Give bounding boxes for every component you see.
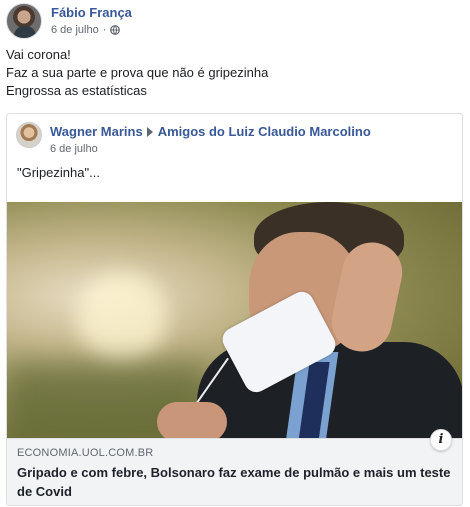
post-line: Faz a sua parte e prova que não é gripez… bbox=[6, 65, 269, 80]
link-domain: ECONOMIA.UOL.COM.BR bbox=[17, 447, 154, 459]
image-second-hand bbox=[157, 402, 227, 438]
post-meta: 6 de julho · bbox=[51, 24, 121, 36]
shared-author-name[interactable]: Wagner Marins bbox=[50, 124, 143, 139]
shared-post-header: Wagner Marins Amigos do Luiz Claudio Mar… bbox=[50, 124, 371, 139]
post-line: Engrossa as estatísticas bbox=[6, 83, 147, 98]
background-light bbox=[77, 272, 167, 362]
meta-separator: · bbox=[102, 24, 107, 36]
globe-icon[interactable] bbox=[110, 25, 121, 35]
post-text: Vai corona! Faz a sua parte e prova que … bbox=[6, 46, 268, 100]
right-triangle-icon bbox=[146, 126, 153, 137]
shared-post-date[interactable]: 6 de julho bbox=[50, 143, 98, 155]
shared-post-card: Wagner Marins Amigos do Luiz Claudio Mar… bbox=[6, 113, 463, 506]
link-title[interactable]: Gripado e com febre, Bolsonaro faz exame… bbox=[17, 463, 457, 501]
facebook-post: Fábio França 6 de julho · Vai corona! Fa… bbox=[0, 0, 470, 507]
author-name[interactable]: Fábio França bbox=[51, 5, 132, 20]
link-preview-image[interactable] bbox=[7, 202, 462, 438]
post-date[interactable]: 6 de julho bbox=[51, 24, 99, 36]
post-line: Vai corona! bbox=[6, 47, 71, 62]
shared-group-name[interactable]: Amigos do Luiz Claudio Marcolino bbox=[158, 124, 371, 139]
shared-post-text: "Gripezinha"... bbox=[17, 165, 100, 180]
info-icon[interactable]: i bbox=[430, 429, 452, 451]
shared-author-avatar[interactable] bbox=[16, 122, 42, 148]
link-preview-meta[interactable]: i ECONOMIA.UOL.COM.BR Gripado e com febr… bbox=[7, 429, 462, 505]
author-avatar[interactable] bbox=[6, 3, 42, 39]
